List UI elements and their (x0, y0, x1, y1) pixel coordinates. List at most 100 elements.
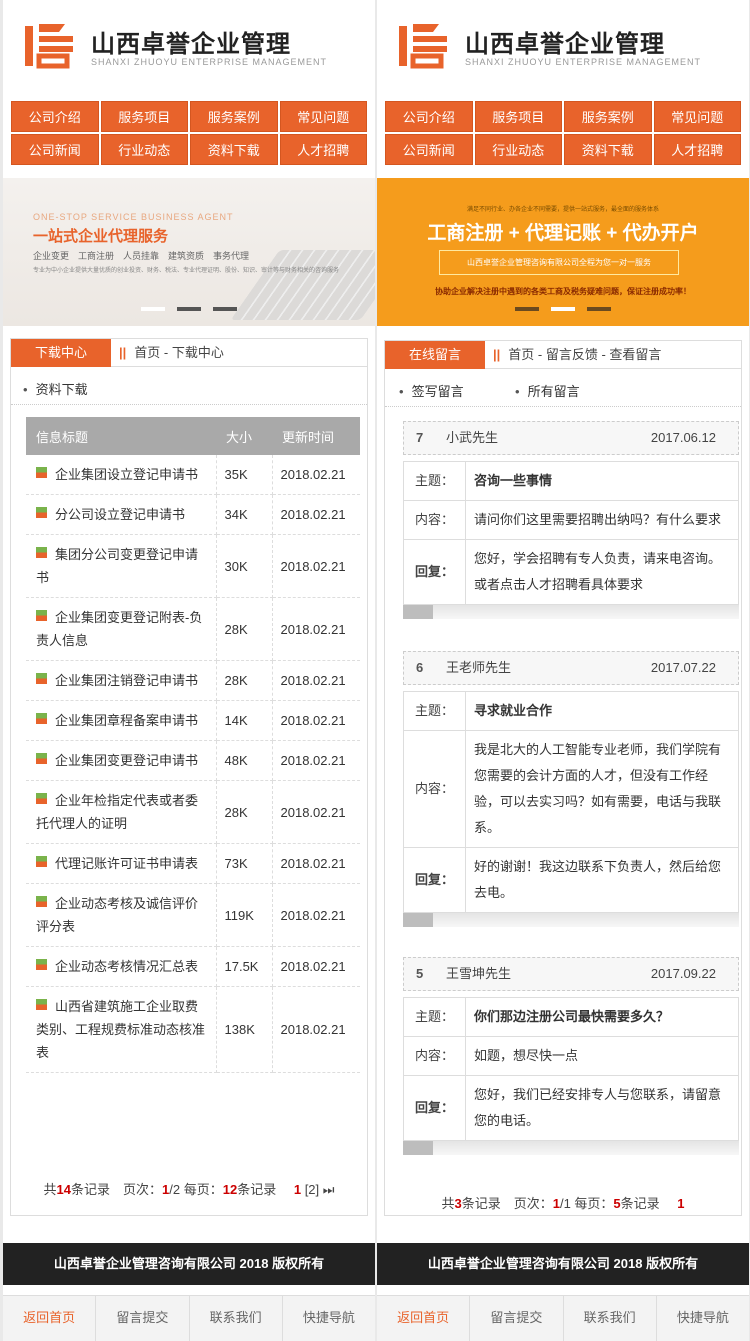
table-row[interactable]: 企业动态考核及诚信评价评分表 119K 2018.02.21 (26, 883, 360, 947)
table-row[interactable]: 集团分公司变更登记申请书 30K 2018.02.21 (26, 534, 360, 598)
carousel-dot[interactable] (141, 307, 165, 311)
cell-size: 48K (216, 740, 273, 781)
file-title-link[interactable]: 代理记账许可证书申请表 (55, 856, 198, 871)
nav-item-faq[interactable]: 常见问题 (279, 101, 367, 132)
left-panel: 山西卓誉企业管理 SHANXI ZHUOYU ENTERPRISE MANAGE… (3, 0, 375, 1341)
breadcrumb-text[interactable]: 首页 - 留言反馈 - 查看留言 (508, 347, 661, 362)
nav-item-jobs[interactable]: 人才招聘 (279, 134, 367, 165)
file-title-link[interactable]: 企业集团变更登记申请书 (55, 753, 198, 768)
section-tab[interactable]: 在线留言 (385, 341, 485, 369)
table-row[interactable]: 企业年检指定代表或者委托代理人的证明 28K 2018.02.21 (26, 780, 360, 844)
nav-item-services[interactable]: 服务项目 (474, 101, 562, 132)
carousel-dot[interactable] (587, 307, 611, 311)
bottom-nav-home[interactable]: 返回首页 (377, 1296, 471, 1341)
hero-banner[interactable]: 满足不同行业、办各企业不同需要，提供一站式服务，最全面的服务体系 工商注册 + … (377, 178, 749, 326)
subject-label: 主题： (403, 691, 466, 731)
bottom-nav-quick[interactable]: 快捷导航 (657, 1296, 749, 1341)
message-header: 5 王雪坤先生 2017.09.22 (403, 957, 739, 991)
section-tab[interactable]: 下载中心 (11, 339, 111, 367)
table-row[interactable]: 企业集团设立登记申请书 35K 2018.02.21 (26, 455, 360, 495)
sub-link-downloads[interactable]: 资料下载 (23, 379, 88, 398)
carousel-dot[interactable] (515, 307, 539, 311)
logo-icon[interactable] (399, 22, 451, 70)
bottom-nav-home[interactable]: 返回首页 (3, 1296, 97, 1341)
pager-text: 共 (43, 1182, 57, 1197)
col-title: 信息标题 (26, 417, 216, 455)
logo-icon[interactable] (25, 22, 77, 70)
cell-title: 集团分公司变更登记申请书 (26, 534, 217, 598)
table-row[interactable]: 企业集团变更登记附表-负责人信息 28K 2018.02.21 (26, 597, 360, 661)
pager-page: 1 (552, 1196, 560, 1211)
nav-item-about[interactable]: 公司介绍 (11, 101, 99, 132)
page-link-1[interactable]: 1 (294, 1182, 301, 1197)
nav-item-industry[interactable]: 行业动态 (100, 134, 188, 165)
file-icon (36, 467, 47, 478)
nav-item-about[interactable]: 公司介绍 (385, 101, 473, 132)
table-row[interactable]: 企业动态考核情况汇总表 17.5K 2018.02.21 (26, 946, 360, 987)
cell-date: 2018.02.21 (272, 946, 360, 987)
sub-link-all[interactable]: 所有留言 (515, 381, 580, 400)
file-title-link[interactable]: 企业动态考核情况汇总表 (55, 959, 198, 974)
nav-item-cases[interactable]: 服务案例 (190, 101, 278, 132)
bottom-nav-message[interactable]: 留言提交 (96, 1296, 190, 1341)
site-header: 山西卓誉企业管理 SHANXI ZHUOYU ENTERPRISE MANAGE… (377, 0, 749, 98)
col-size: 大小 (216, 417, 272, 455)
message-number: 6 (416, 660, 424, 675)
nav-item-cases[interactable]: 服务案例 (564, 101, 652, 132)
right-panel: 山西卓誉企业管理 SHANXI ZHUOYU ENTERPRISE MANAGE… (377, 0, 749, 1341)
bottom-nav-contact[interactable]: 联系我们 (190, 1296, 283, 1341)
hero-banner[interactable]: ONE-STOP SERVICE BUSINESS AGENT 一站式企业代理服… (3, 178, 375, 326)
table-row[interactable]: 企业集团变更登记申请书 48K 2018.02.21 (26, 740, 360, 781)
file-title-link[interactable]: 企业集团变更登记附表-负责人信息 (36, 610, 202, 648)
carousel-dot[interactable] (551, 307, 575, 311)
message-item: 7 小武先生 2017.06.12 主题： 咨询一些事情 内容： 请问你们这里需要招聘出纳吗… (403, 421, 739, 619)
message-item: 5 王雪坤先生 2017.09.22 主题： 你们那边注册公司最快需要多久？ 内容： 如题，… (403, 957, 739, 1155)
nav-item-news[interactable]: 公司新闻 (11, 134, 99, 165)
file-title-link[interactable]: 企业集团注销登记申请书 (55, 673, 198, 688)
bottom-nav: 返回首页 留言提交 联系我们 快捷导航 (377, 1295, 749, 1341)
site-subtitle: SHANXI ZHUOYU ENTERPRISE MANAGEMENT (465, 57, 702, 67)
page-link-2[interactable]: [2] (305, 1182, 319, 1197)
file-title-link[interactable]: 企业集团设立登记申请书 (55, 467, 198, 482)
sub-link-write[interactable]: 签写留言 (399, 381, 464, 400)
cell-title: 企业集团设立登记申请书 (26, 455, 217, 495)
cell-date: 2018.02.21 (272, 780, 360, 844)
carousel-dot[interactable] (177, 307, 201, 311)
nav-item-downloads[interactable]: 资料下载 (564, 134, 652, 165)
page-link-1[interactable]: 1 (677, 1196, 684, 1211)
last-page-icon[interactable]: ⏭ (323, 1182, 335, 1197)
table-row[interactable]: 分公司设立登记申请书 34K 2018.02.21 (26, 494, 360, 535)
file-title-link[interactable]: 企业年检指定代表或者委托代理人的证明 (36, 793, 198, 831)
nav-item-services[interactable]: 服务项目 (100, 101, 188, 132)
table-row[interactable]: 企业集团章程备案申请书 14K 2018.02.21 (26, 700, 360, 741)
file-title-link[interactable]: 集团分公司变更登记申请书 (36, 547, 198, 585)
table-row[interactable]: 代理记账许可证书申请表 73K 2018.02.21 (26, 843, 360, 884)
nav-item-news[interactable]: 公司新闻 (385, 134, 473, 165)
nav-item-faq[interactable]: 常见问题 (653, 101, 741, 132)
file-title-link[interactable]: 山西省建筑施工企业取费类别、工程规费标准动态核准表 (36, 999, 205, 1060)
nav-item-industry[interactable]: 行业动态 (474, 134, 562, 165)
pager-text: 条记录 页次： (71, 1182, 163, 1197)
pager-total: 3 (454, 1196, 462, 1211)
nav-item-downloads[interactable]: 资料下载 (190, 134, 278, 165)
subject-label: 主题： (403, 997, 466, 1037)
breadcrumb-text[interactable]: 首页 - 下载中心 (134, 345, 224, 360)
file-title-link[interactable]: 企业集团章程备案申请书 (55, 713, 198, 728)
message-table: 主题： 你们那边注册公司最快需要多久？ 内容： 如题，想尽快一点 回复： 您好，我们已经安… (403, 997, 739, 1141)
file-title-link[interactable]: 企业动态考核及诚信评价评分表 (36, 896, 198, 934)
cell-title: 企业集团变更登记申请书 (26, 740, 217, 781)
table-row[interactable]: 山西省建筑施工企业取费类别、工程规费标准动态核准表 138K 2018.02.21 (26, 986, 360, 1073)
bottom-nav-contact[interactable]: 联系我们 (564, 1296, 657, 1341)
bottom-nav-message[interactable]: 留言提交 (470, 1296, 564, 1341)
pager-total: 14 (56, 1182, 71, 1197)
file-title-link[interactable]: 分公司设立登记申请书 (55, 507, 185, 522)
nav-item-jobs[interactable]: 人才招聘 (653, 134, 741, 165)
cell-title: 企业集团注销登记申请书 (26, 660, 217, 701)
cell-date: 2018.02.21 (272, 660, 360, 701)
bottom-nav-quick[interactable]: 快捷导航 (283, 1296, 375, 1341)
carousel-dot[interactable] (213, 307, 237, 311)
message-number: 5 (416, 966, 424, 981)
table-row[interactable]: 企业集团注销登记申请书 28K 2018.02.21 (26, 660, 360, 701)
message-date: 2017.06.12 (650, 430, 716, 445)
cell-date: 2018.02.21 (272, 883, 360, 947)
